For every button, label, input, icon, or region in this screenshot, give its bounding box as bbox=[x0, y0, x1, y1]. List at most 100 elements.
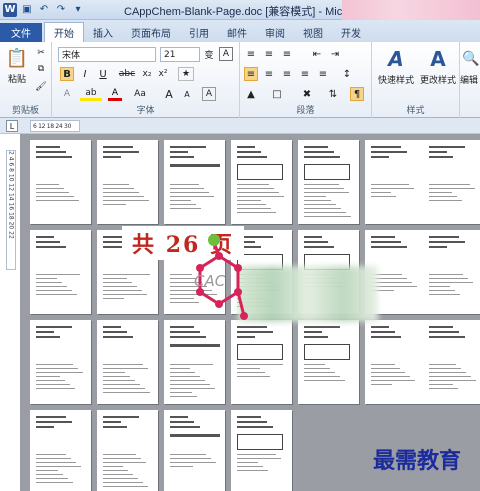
tab-insert[interactable]: 插入 bbox=[84, 23, 122, 42]
paste-button[interactable]: 粘贴 bbox=[4, 72, 30, 85]
clipboard-group: 📋 粘贴 ✂ ⧉ 🖌 剪贴板 bbox=[0, 42, 52, 118]
font-name-select[interactable]: 宋体 bbox=[58, 47, 156, 62]
page-thumbnail[interactable] bbox=[97, 320, 158, 404]
line-spacing-icon[interactable]: ↕ bbox=[340, 67, 354, 81]
tab-file[interactable]: 文件 bbox=[0, 23, 42, 42]
justify-icon[interactable]: ≡ bbox=[298, 67, 312, 81]
font-size-select[interactable]: 21 bbox=[160, 47, 200, 62]
quick-access-toolbar: W ▣ ↶ ↷ ▾ bbox=[0, 2, 85, 17]
page-thumbnail[interactable] bbox=[231, 410, 292, 491]
page-thumbnail[interactable] bbox=[365, 140, 426, 224]
paragraph-group-label: 段落 bbox=[296, 106, 315, 116]
tab-review[interactable]: 审阅 bbox=[256, 23, 294, 42]
text-effect-icon[interactable]: A bbox=[60, 87, 74, 101]
page-thumbnail[interactable] bbox=[30, 230, 91, 314]
page-thumbnail[interactable] bbox=[164, 410, 225, 491]
font-group-label: 字体 bbox=[136, 106, 155, 116]
page-thumbnail[interactable] bbox=[298, 320, 359, 404]
clear-format-button[interactable]: A bbox=[202, 87, 216, 101]
page-thumbnail[interactable] bbox=[423, 320, 480, 404]
page-thumbnail[interactable] bbox=[30, 140, 91, 224]
bullets-icon[interactable]: ≡ bbox=[244, 47, 258, 61]
font-color-button[interactable]: A bbox=[108, 87, 122, 101]
align-center-icon[interactable]: ≡ bbox=[262, 67, 276, 81]
font-group: 宋体 21 变 A B I U abc x₂ x² ★ A ab A Aa A … bbox=[52, 42, 240, 118]
cut-icon[interactable]: ✂ bbox=[34, 46, 48, 60]
watermark-text: 最需教育 bbox=[372, 448, 461, 474]
page-thumbnail[interactable] bbox=[164, 140, 225, 224]
page-thumbnail[interactable] bbox=[97, 140, 158, 224]
editing-group: 🔍 编辑 bbox=[460, 42, 480, 118]
page-thumbnail[interactable] bbox=[164, 320, 225, 404]
page-thumbnail[interactable] bbox=[423, 230, 480, 314]
customize-icon[interactable]: ▾ bbox=[71, 3, 85, 17]
change-case-button[interactable]: Aa bbox=[130, 87, 150, 101]
page-thumbnail[interactable] bbox=[30, 410, 91, 491]
undo-icon[interactable]: ↶ bbox=[37, 3, 51, 17]
redo-icon[interactable]: ↷ bbox=[54, 3, 68, 17]
page-thumbnail[interactable] bbox=[298, 140, 359, 224]
copy-icon[interactable]: ⧉ bbox=[34, 62, 48, 76]
show-marks-icon[interactable]: ¶ bbox=[350, 87, 364, 101]
distributed-icon[interactable]: ≡ bbox=[316, 67, 330, 81]
paragraph-group: ≡ ≡ ≡ ⇤ ⇥ ≡ ≡ ≡ ≡ ≡ ↕ ▲ □ ✖ ⇅ ¶ 段落 bbox=[240, 42, 372, 118]
bold-button[interactable]: B bbox=[60, 67, 74, 81]
quick-styles-button[interactable]: 快速样式 bbox=[374, 73, 418, 86]
decrease-indent-icon[interactable]: ⇤ bbox=[310, 47, 324, 61]
paste-icon[interactable]: 📋 bbox=[6, 46, 28, 70]
tab-stop-selector[interactable]: L bbox=[6, 120, 18, 132]
align-right-icon[interactable]: ≡ bbox=[280, 67, 294, 81]
text-effects-icon[interactable]: ★ bbox=[178, 67, 194, 81]
editing-button[interactable]: 编辑 bbox=[460, 73, 480, 86]
change-styles-icon[interactable]: A bbox=[424, 46, 452, 72]
page-thumbnail[interactable] bbox=[423, 140, 480, 224]
tab-page-layout[interactable]: 页面布局 bbox=[122, 23, 180, 42]
page-thumbnail[interactable] bbox=[231, 140, 292, 224]
blurred-overlay bbox=[238, 266, 378, 322]
word-icon[interactable]: W bbox=[3, 2, 17, 17]
italic-button[interactable]: I bbox=[78, 67, 92, 81]
page-thumbnail[interactable] bbox=[97, 410, 158, 491]
strikethrough-button[interactable]: abc bbox=[118, 67, 136, 81]
tab-mailings[interactable]: 邮件 bbox=[218, 23, 256, 42]
tab-developer[interactable]: 开发 bbox=[332, 23, 370, 42]
ribbon-tabs: 文件 开始 插入 页面布局 引用 邮件 审阅 视图 开发 bbox=[0, 20, 480, 42]
shading-icon[interactable]: ▲ bbox=[244, 87, 258, 101]
find-icon[interactable]: 🔍 bbox=[462, 48, 480, 70]
tab-references[interactable]: 引用 bbox=[180, 23, 218, 42]
ruler-bar: L 6 12 18 24 30 bbox=[0, 118, 480, 134]
underline-button[interactable]: U bbox=[96, 67, 110, 81]
highlight-button[interactable]: ab bbox=[80, 87, 102, 101]
numbering-icon[interactable]: ≡ bbox=[262, 47, 276, 61]
sort-icon[interactable]: ⇅ bbox=[326, 87, 340, 101]
grow-font-button[interactable]: A bbox=[162, 87, 176, 101]
page-thumbnail[interactable] bbox=[30, 320, 91, 404]
quick-styles-icon[interactable]: A bbox=[382, 46, 410, 72]
ribbon: 📋 粘贴 ✂ ⧉ 🖌 剪贴板 宋体 21 变 A B I U abc x₂ x²… bbox=[0, 42, 480, 118]
document-title: CAppChem-Blank-Page.doc [兼容模式] - Microso bbox=[124, 6, 364, 18]
char-border-icon[interactable]: A bbox=[219, 47, 233, 61]
format-painter-icon[interactable]: 🖌 bbox=[34, 80, 48, 94]
chinese-layout-icon[interactable]: ✖ bbox=[300, 87, 314, 101]
align-left-icon[interactable]: ≡ bbox=[244, 67, 258, 81]
horizontal-ruler[interactable]: 6 12 18 24 30 bbox=[30, 120, 80, 132]
vertical-ruler[interactable]: 2 4 6 8 10 12 14 16 18 20 22 bbox=[6, 150, 16, 270]
increase-indent-icon[interactable]: ⇥ bbox=[328, 47, 342, 61]
superscript-button[interactable]: x² bbox=[156, 67, 170, 81]
page-thumbnail[interactable] bbox=[231, 320, 292, 404]
phonetic-icon[interactable]: 变 bbox=[202, 47, 216, 61]
clipboard-group-label: 剪贴板 bbox=[11, 106, 39, 116]
cac-molecule-logo: CAC bbox=[194, 234, 248, 320]
logo-text: CAC bbox=[194, 272, 226, 290]
tab-view[interactable]: 视图 bbox=[294, 23, 332, 42]
change-styles-button[interactable]: 更改样式 bbox=[416, 73, 460, 86]
multilevel-icon[interactable]: ≡ bbox=[280, 47, 294, 61]
borders-icon[interactable]: □ bbox=[270, 87, 284, 101]
shrink-font-button[interactable]: A bbox=[180, 87, 194, 101]
styles-group-label: 样式 bbox=[406, 106, 425, 116]
tab-home[interactable]: 开始 bbox=[44, 22, 84, 42]
subscript-button[interactable]: x₂ bbox=[140, 67, 154, 81]
page-thumbnail[interactable] bbox=[365, 320, 426, 404]
save-icon[interactable]: ▣ bbox=[20, 3, 34, 17]
word-window: W ▣ ↶ ↷ ▾ CAppChem-Blank-Page.doc [兼容模式]… bbox=[0, 0, 480, 491]
